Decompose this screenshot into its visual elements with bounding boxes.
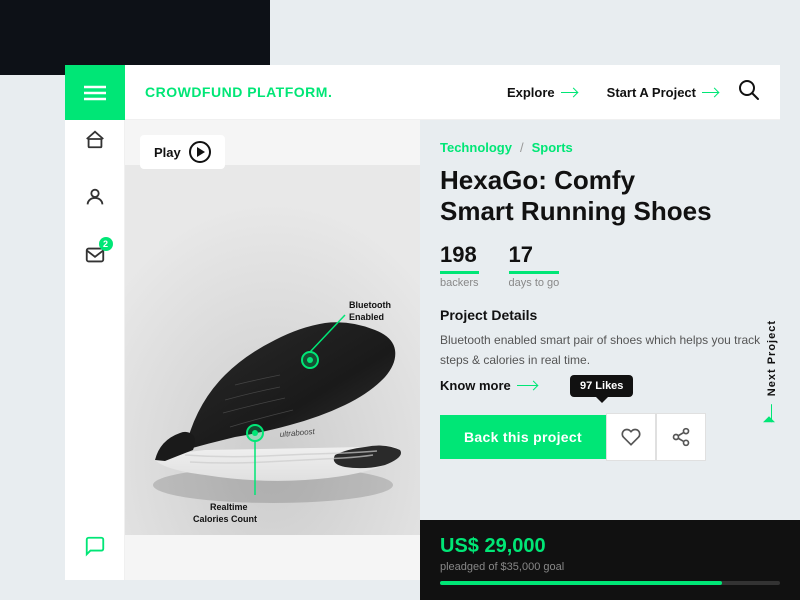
start-arrow-icon	[702, 92, 718, 93]
share-button[interactable]	[656, 413, 706, 461]
svg-text:Enabled: Enabled	[349, 312, 384, 322]
notification-badge: 2	[99, 237, 113, 251]
sidebar: 2	[65, 65, 125, 580]
explore-arrow-icon	[561, 92, 577, 93]
next-project[interactable]: Next Project	[766, 320, 778, 422]
heart-button[interactable]	[606, 413, 656, 461]
navbar: CROWDFUND PLATFORM. Explore Start A Proj…	[125, 65, 780, 120]
breadcrumb-sports[interactable]: Sports	[532, 140, 573, 155]
funding-area: US$ 29,000 pleadged of $35,000 goal	[420, 520, 800, 600]
svg-text:Calories Count: Calories Count	[193, 514, 257, 524]
backers-stat: 198 backers	[440, 242, 479, 289]
project-details-title: Project Details	[440, 307, 780, 323]
sidebar-item-chat[interactable]	[81, 532, 109, 560]
likes-tooltip: 97 Likes	[570, 375, 633, 397]
sidebar-item-notifications[interactable]: 2	[81, 241, 109, 269]
know-more-arrow-icon	[517, 385, 537, 386]
project-title: HexaGo: Comfy Smart Running Shoes	[440, 165, 780, 227]
days-count: 17	[509, 242, 560, 274]
stats-row: 198 backers 17 days to go	[440, 242, 780, 289]
action-area: 97 Likes Back this project	[440, 413, 780, 461]
backers-label: backers	[440, 277, 479, 289]
play-button[interactable]: Play	[140, 135, 225, 169]
funding-amount: US$ 29,000	[440, 535, 780, 558]
nav-links: Explore Start A Project	[507, 85, 718, 100]
funding-progress-bar	[440, 581, 780, 585]
backers-count: 198	[440, 242, 479, 274]
days-label: days to go	[509, 277, 560, 289]
next-project-line-icon	[772, 404, 773, 422]
svg-text:Bluetooth: Bluetooth	[349, 300, 391, 310]
svg-text:Realtime: Realtime	[210, 502, 248, 512]
breadcrumb: Technology / Sports	[440, 140, 780, 155]
sidebar-item-profile[interactable]	[81, 183, 109, 211]
breadcrumb-separator: /	[520, 140, 524, 155]
back-project-button[interactable]: Back this project	[440, 415, 606, 459]
explore-link[interactable]: Explore	[507, 85, 577, 100]
start-project-link[interactable]: Start A Project	[607, 85, 718, 100]
hamburger-menu[interactable]	[65, 65, 125, 120]
breadcrumb-technology[interactable]: Technology	[440, 140, 512, 155]
know-more-text: Know more	[440, 378, 511, 393]
project-description: Bluetooth enabled smart pair of shoes wh…	[440, 331, 780, 369]
days-stat: 17 days to go	[509, 242, 560, 289]
sidebar-item-home[interactable]	[81, 125, 109, 153]
play-circle-icon	[189, 141, 211, 163]
next-project-label: Next Project	[766, 320, 778, 396]
dark-corner	[0, 0, 270, 75]
play-triangle-icon	[197, 147, 205, 157]
funding-goal: pleadged of $35,000 goal	[440, 561, 780, 573]
shoe-image: Bluetooth Enabled Realtime Calories Coun…	[125, 120, 420, 580]
nav-logo: CROWDFUND PLATFORM.	[145, 84, 332, 100]
search-icon[interactable]	[738, 79, 760, 106]
project-image-area: Play	[125, 120, 420, 580]
progress-fill	[440, 581, 722, 585]
